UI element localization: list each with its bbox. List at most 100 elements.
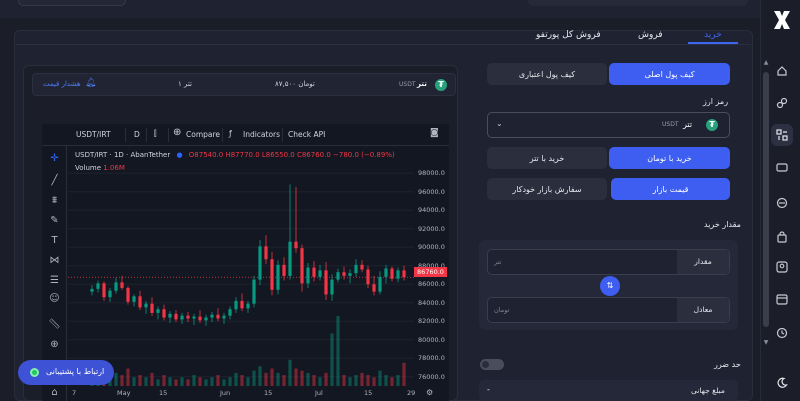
calendar-icon[interactable]	[771, 288, 793, 310]
settings-icon[interactable]: ⚙	[426, 388, 433, 397]
volume-bar	[348, 377, 352, 386]
sidebar-scrollbar[interactable]: ▲ ▼	[763, 60, 769, 350]
candle-body	[240, 300, 244, 309]
link-icon[interactable]	[771, 92, 793, 114]
user-icon[interactable]	[771, 256, 793, 278]
order-auto-button[interactable]: سفارش بازار خودکار	[487, 178, 607, 200]
pair-toman-button[interactable]: خرید با تومان	[609, 147, 730, 169]
home-icon[interactable]	[771, 60, 793, 82]
volume-bar	[168, 377, 172, 386]
pattern-icon[interactable]: ⋈	[48, 254, 61, 267]
tab-sell[interactable]: فروش	[638, 30, 663, 40]
compare-icon[interactable]: ⊕	[173, 127, 181, 138]
volume-bar	[402, 362, 406, 386]
pair-tether-button[interactable]: خرید با تتر	[487, 147, 607, 169]
candle-body	[120, 282, 124, 288]
scroll-up-icon[interactable]: ▲	[763, 60, 769, 66]
price-tick-label: 82000.0	[418, 317, 445, 326]
tab-sell-all[interactable]: فروش کل پورتفو	[536, 30, 601, 40]
fib-icon[interactable]: ⩩	[48, 194, 61, 207]
candle-body	[282, 264, 286, 276]
crosshair-icon[interactable]: ✛	[48, 152, 61, 165]
volume-bar	[324, 372, 328, 386]
brush-icon[interactable]: ✎	[48, 214, 61, 227]
price-tick-label: 86000.0	[418, 280, 445, 289]
logo-icon[interactable]	[772, 8, 792, 32]
tv-indicators[interactable]: Indicators	[243, 130, 280, 139]
equivalent-input[interactable]: تومان معادل	[487, 297, 730, 323]
coin-code: USDT	[399, 81, 416, 88]
candle-body	[90, 288, 94, 292]
candle-body	[342, 272, 346, 276]
history-icon[interactable]	[771, 322, 793, 344]
scroll-thumb[interactable]	[763, 72, 769, 327]
emoji-icon[interactable]: ☺	[48, 292, 61, 305]
candle-body	[360, 264, 364, 270]
candle-body	[102, 283, 106, 298]
candle-style-icon[interactable]: ⫿	[154, 129, 157, 139]
top-right-box[interactable]	[528, 0, 748, 6]
indicators-icon[interactable]: ƒ	[229, 129, 232, 138]
order-market-button[interactable]: قیمت بازار	[611, 178, 730, 200]
date-tick-label: 15	[159, 389, 168, 397]
camera-icon[interactable]: ◙	[430, 128, 439, 138]
price-tick-label: 96000.0	[418, 187, 445, 196]
candle-body	[216, 314, 220, 319]
tab-divider	[16, 44, 751, 45]
price-alert-link[interactable]: هشدار قیمت	[43, 80, 81, 88]
coin-price: ۸۷,۵۰۰ تومان	[275, 80, 315, 88]
candle-body	[150, 303, 154, 313]
wallet-icon[interactable]	[771, 156, 793, 178]
volume-bar	[240, 375, 244, 386]
price-tick-label: 84000.0	[418, 298, 445, 307]
moon-icon[interactable]	[771, 372, 793, 394]
tether-icon: ₮	[706, 119, 718, 131]
currency-label: رمز ارز	[703, 97, 729, 106]
tv-check-api[interactable]: Check API	[288, 130, 325, 139]
coin-name: تتر	[417, 80, 427, 88]
volume-bar	[174, 379, 178, 386]
volume-bar	[186, 379, 190, 386]
candle-body	[222, 315, 226, 319]
scroll-down-icon[interactable]: ▼	[763, 340, 769, 346]
date-tick-label: 29	[407, 389, 416, 397]
currency-selected-name: تتر	[683, 120, 693, 129]
bag-icon[interactable]	[771, 226, 793, 248]
forecast-icon[interactable]: ☰	[48, 274, 61, 287]
candle-body	[354, 264, 358, 274]
lock-icon[interactable]: ⌂	[48, 386, 61, 399]
support-button[interactable]: ارتباط با پشتیبانی	[18, 360, 114, 385]
volume-bar	[156, 379, 160, 386]
zoom-icon[interactable]: ⊕	[48, 338, 61, 351]
candlestick-chart[interactable]	[68, 146, 414, 386]
stop-loss-toggle[interactable]	[480, 359, 504, 370]
price-tick-label: 76000.0	[418, 372, 445, 381]
tab-buy[interactable]: خرید	[704, 30, 722, 40]
volume-bar	[378, 370, 382, 386]
wallet-main-button[interactable]: کیف پول اصلی	[609, 63, 730, 85]
wallet-credit-button[interactable]: کیف پول اعتباری	[487, 63, 607, 85]
volume-bar	[144, 377, 148, 386]
quantity-input[interactable]: تتر مقدار	[487, 249, 730, 275]
trade-icon[interactable]	[771, 124, 793, 146]
text-tool-icon[interactable]: T	[48, 234, 61, 247]
trendline-icon[interactable]: ╱	[48, 174, 61, 187]
tv-compare[interactable]: Compare	[186, 130, 220, 139]
global-price-row: مبلغ جهانی -	[479, 380, 738, 401]
volume-bar	[384, 375, 388, 386]
market-icon[interactable]	[771, 192, 793, 214]
tv-interval[interactable]: D	[134, 130, 140, 139]
candle-body	[372, 284, 376, 292]
swap-icon[interactable]: ⇅	[600, 276, 620, 296]
tv-symbol[interactable]: USDT/IRT	[76, 130, 111, 139]
candle-body	[132, 296, 136, 302]
bell-icon[interactable]: 🔔︎	[85, 78, 96, 88]
ruler-icon[interactable]: 📏︎	[48, 318, 61, 331]
candle-body	[228, 309, 232, 316]
top-left-box[interactable]	[18, 0, 126, 6]
volume-bar	[162, 375, 166, 386]
currency-select[interactable]: ₮ تتر USDT ⌄	[487, 112, 730, 138]
candle-body	[234, 300, 238, 310]
volume-bar	[318, 377, 322, 386]
volume-bar	[306, 372, 310, 386]
